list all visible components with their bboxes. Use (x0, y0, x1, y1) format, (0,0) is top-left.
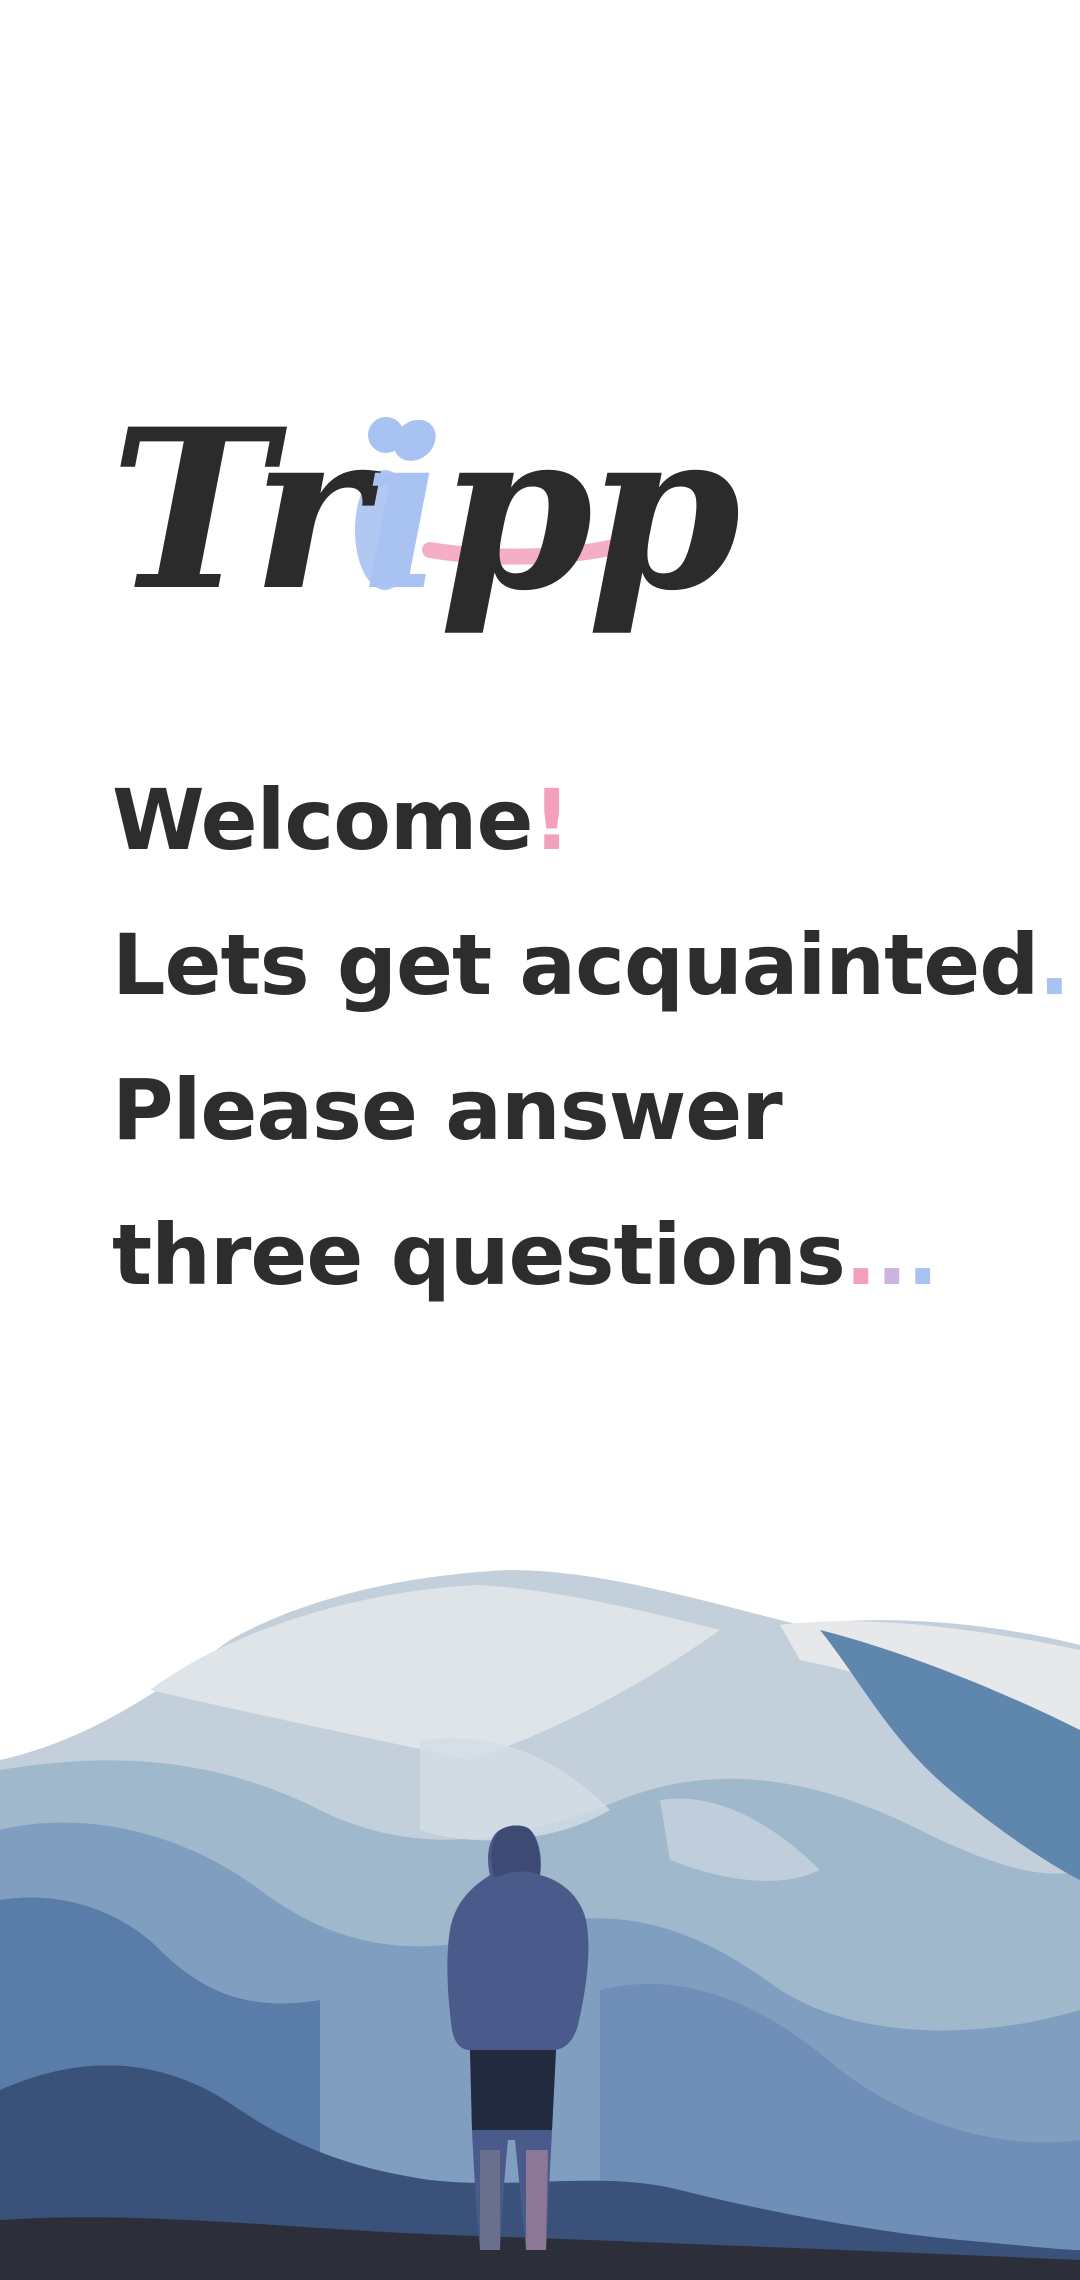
please-answer-text: Please answer (112, 1061, 783, 1159)
logo-letter-i: i (361, 380, 446, 639)
acquainted-accent: . (1038, 916, 1070, 1014)
three-questions-line: three questions... (112, 1205, 939, 1305)
logo-letter-p1: p (439, 380, 593, 639)
three-questions-text: three questions (112, 1206, 846, 1304)
logo-letter-r: r (251, 380, 368, 639)
welcome-text: Welcome (112, 771, 533, 869)
welcome-line: Welcome! (112, 770, 571, 870)
app-logo: Tripp (110, 360, 741, 660)
ellipsis-dot-2: . (875, 1206, 908, 1304)
logo-letter-t: T (110, 380, 258, 639)
ellipsis-dot-3: . (906, 1206, 939, 1304)
ellipsis-dot-1: . (844, 1206, 877, 1304)
logo-letter-p2: p (587, 380, 741, 639)
please-answer-line: Please answer (112, 1060, 783, 1160)
logo-wordmark: Tripp (110, 360, 741, 660)
acquainted-line: Lets get acquainted. (112, 915, 1070, 1015)
acquainted-text: Lets get acquainted (112, 916, 1039, 1014)
mountain-hiker-illustration (0, 1570, 1080, 2280)
welcome-accent: ! (532, 771, 570, 869)
